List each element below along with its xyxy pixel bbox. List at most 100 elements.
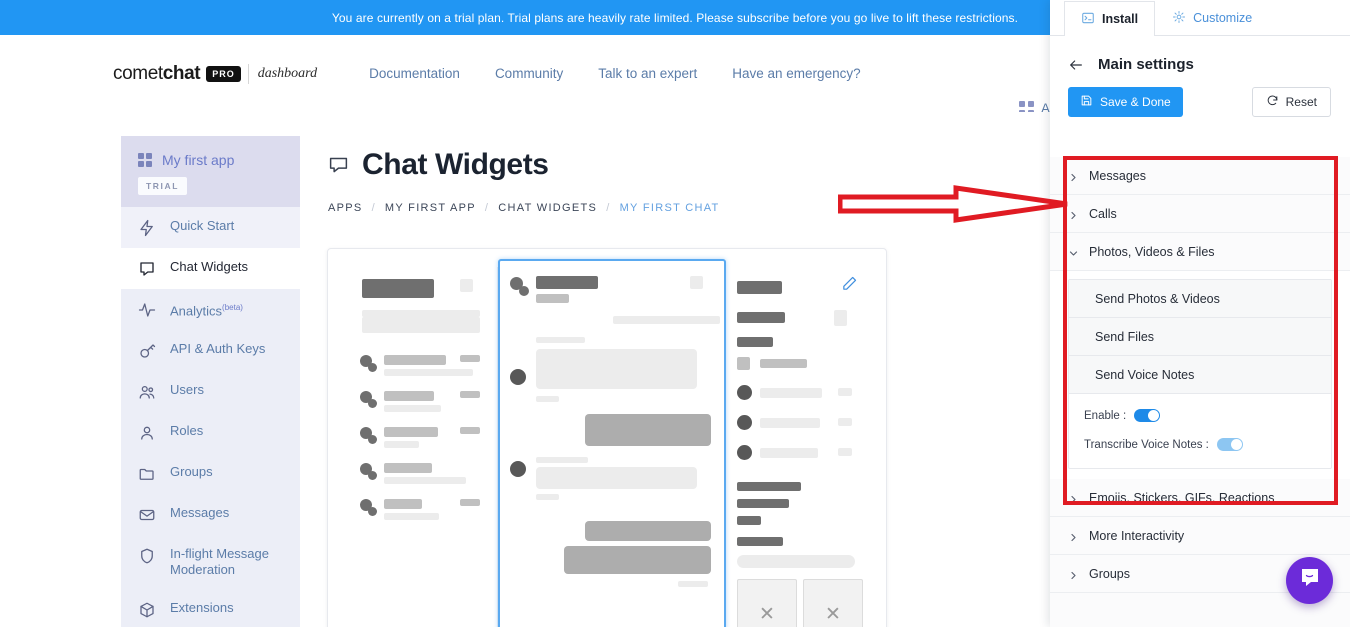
close-icon: ✕ xyxy=(825,603,841,625)
pencil-icon[interactable] xyxy=(841,275,858,292)
brand-divider xyxy=(247,63,249,84)
apps-grid-icon xyxy=(138,153,152,167)
breadcrumb-item-my-first-app[interactable]: MY FIRST APP xyxy=(385,202,476,214)
nav-link-community[interactable]: Community xyxy=(495,66,563,81)
close-icon: ✕ xyxy=(759,603,775,625)
save-and-done-label: Save & Done xyxy=(1100,95,1171,109)
save-icon xyxy=(1080,94,1093,110)
settings-panel: Install Customize Main settings Save & D… xyxy=(1050,0,1350,627)
accordion-label: Calls xyxy=(1089,206,1117,221)
app-root: You are currently on a trial plan. Trial… xyxy=(0,0,1350,627)
sidebar-item-label: Analytics(beta) xyxy=(170,303,243,319)
chat-bubble-icon xyxy=(138,260,156,278)
chevron-right-icon xyxy=(1069,209,1078,220)
sidebar-item-users[interactable]: Users xyxy=(121,371,300,412)
shield-icon xyxy=(138,547,156,565)
preview-details-pane: ✕ ✕ xyxy=(726,267,866,627)
nav-link-have-an-emergency[interactable]: Have an emergency? xyxy=(732,66,860,81)
nav-link-talk-to-an-expert[interactable]: Talk to an expert xyxy=(598,66,697,81)
sidebar-item-messages[interactable]: Messages xyxy=(121,494,300,535)
accordion-label: Messages xyxy=(1089,168,1146,183)
activity-icon xyxy=(138,301,156,319)
beta-superscript: (beta) xyxy=(222,303,243,312)
preview-conversation-list xyxy=(348,267,498,627)
brand-pro-badge: PRO xyxy=(206,65,241,82)
accordion-item-messages[interactable]: Messages xyxy=(1050,157,1350,195)
folder-icon xyxy=(138,465,156,483)
sidebar-item-extensions[interactable]: Extensions xyxy=(121,589,300,627)
trial-badge: TRIAL xyxy=(138,177,188,195)
brand-dashboard-label: dashboard xyxy=(257,65,318,81)
sidebar-item-roles[interactable]: Roles xyxy=(121,412,300,453)
sidebar-item-label: Extensions xyxy=(170,600,234,616)
sidebar-item-label: Users xyxy=(170,382,204,398)
photos-videos-files-content: Send Photos & Videos Send Files Send Voi… xyxy=(1050,271,1350,479)
send-voice-notes-content: Enable : Transcribe Voice Notes : xyxy=(1069,394,1331,468)
nav-link-documentation[interactable]: Documentation xyxy=(369,66,460,81)
sidebar-item-analytics[interactable]: Analytics(beta) xyxy=(121,289,300,330)
user-icon xyxy=(138,424,156,442)
sidebar-item-api-auth-keys[interactable]: API & Auth Keys xyxy=(121,330,300,371)
sidebar-item-label: Roles xyxy=(170,423,204,439)
sidebar-item-groups[interactable]: Groups xyxy=(121,453,300,494)
sidebar-item-label: Messages xyxy=(170,505,230,521)
accordion-label: Groups xyxy=(1089,566,1130,581)
chevron-down-icon xyxy=(1069,247,1078,256)
chat-bubble-icon xyxy=(328,155,349,176)
chat-widget-preview[interactable]: ✕ ✕ xyxy=(327,248,887,627)
preview-message-thread xyxy=(498,259,726,627)
inbox-icon xyxy=(138,506,156,524)
sidebar-item-chat-widgets[interactable]: Chat Widgets xyxy=(121,248,300,289)
accordion-item-calls[interactable]: Calls xyxy=(1050,195,1350,233)
sidebar-item-label: In-flight Message Moderation xyxy=(170,546,269,578)
users-icon xyxy=(138,383,156,401)
annotation-arrow xyxy=(838,185,1068,223)
sub-accordion-send-files[interactable]: Send Files xyxy=(1069,318,1331,356)
tab-customize[interactable]: Customize xyxy=(1155,0,1269,35)
key-icon xyxy=(138,342,156,360)
sub-accordion-label: Send Voice Notes xyxy=(1095,367,1195,382)
sidebar-item-quick-start[interactable]: Quick Start xyxy=(121,207,300,248)
accordion-item-more-interactivity[interactable]: More Interactivity xyxy=(1050,517,1350,555)
reset-button[interactable]: Reset xyxy=(1251,87,1331,117)
enable-toggle[interactable] xyxy=(1134,409,1161,422)
sidebar-item-in-flight-message-moderation[interactable]: In-flight Message Moderation xyxy=(121,535,300,589)
sidebar-item-label: Chat Widgets xyxy=(170,259,249,274)
panel-title: Main settings xyxy=(1098,56,1194,73)
top-nav-links: Documentation Community Talk to an exper… xyxy=(369,66,860,81)
reset-label: Reset xyxy=(1285,95,1317,109)
field-transcribe-label: Transcribe Voice Notes : xyxy=(1084,438,1209,451)
accordion-item-emojis-stickers-gifs-reactions[interactable]: Emojis, Stickers, GIFs, Reactions xyxy=(1050,479,1350,517)
save-and-done-button[interactable]: Save & Done xyxy=(1068,87,1183,117)
left-sidebar: My first app TRIAL Quick Start Chat Widg… xyxy=(121,136,300,627)
accordion-item-photos-videos-files[interactable]: Photos, Videos & Files xyxy=(1050,233,1350,271)
sub-accordion-send-voice-notes[interactable]: Send Voice Notes xyxy=(1069,356,1331,394)
page-title: Chat Widgets xyxy=(362,148,549,181)
attachment-placeholder: ✕ xyxy=(737,579,797,627)
accordion-label: Emojis, Stickers, GIFs, Reactions xyxy=(1089,490,1275,505)
sub-accordion-label: Send Photos & Videos xyxy=(1095,291,1220,306)
accordion-label: More Interactivity xyxy=(1089,528,1185,543)
brand-wordmark: cometchat xyxy=(113,62,201,84)
sub-accordion-send-photos-videos[interactable]: Send Photos & Videos xyxy=(1069,280,1331,318)
chevron-right-icon xyxy=(1069,569,1078,580)
panel-tabs: Install Customize xyxy=(1050,0,1350,36)
sidebar-app-header[interactable]: My first app TRIAL xyxy=(121,136,300,207)
panel-header: Main settings xyxy=(1050,36,1350,73)
terminal-icon xyxy=(1081,11,1095,28)
panel-action-bar: Save & Done Reset xyxy=(1050,73,1350,117)
tab-install[interactable]: Install xyxy=(1064,1,1156,36)
refresh-icon xyxy=(1266,94,1279,110)
breadcrumb-item-chat-widgets[interactable]: CHAT WIDGETS xyxy=(498,202,597,214)
cometchat-logo[interactable]: cometchat PRO dashboard xyxy=(113,63,317,85)
intercom-launcher-button[interactable] xyxy=(1286,557,1333,604)
tab-install-label: Install xyxy=(1102,12,1139,26)
breadcrumb-item-my-first-chat[interactable]: MY FIRST CHAT xyxy=(620,202,720,214)
chevron-right-icon xyxy=(1069,493,1078,504)
breadcrumb-separator: / xyxy=(484,202,490,214)
arrow-left-icon[interactable] xyxy=(1068,57,1084,73)
cube-icon xyxy=(138,601,156,619)
field-enable: Enable : xyxy=(1084,409,1331,422)
breadcrumb-item-apps[interactable]: APPS xyxy=(328,202,363,214)
transcribe-voice-notes-toggle[interactable] xyxy=(1216,438,1243,451)
